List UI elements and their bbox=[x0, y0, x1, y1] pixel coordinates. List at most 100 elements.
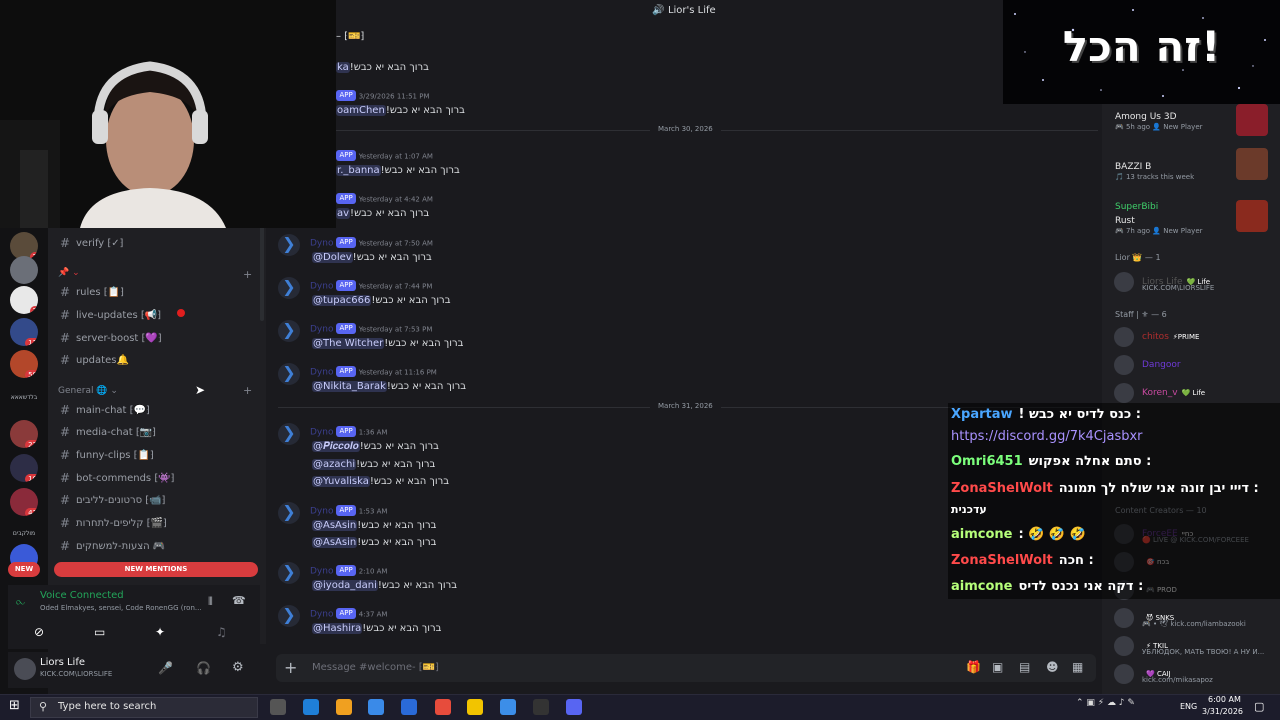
channel-item[interactable]: # server-boost ⁅💜⁆ bbox=[60, 328, 162, 348]
channel-item[interactable]: # media-chat ⁅📷⁆ bbox=[60, 422, 156, 442]
app-icon[interactable] bbox=[401, 699, 417, 715]
bot-name[interactable]: Dyno bbox=[310, 428, 333, 438]
bot-avatar-icon[interactable]: ❯ bbox=[278, 363, 300, 385]
server-label[interactable]: בלדשאאא bbox=[4, 394, 44, 401]
add-channel-icon[interactable]: + bbox=[243, 384, 252, 397]
sticker-icon[interactable]: ▤ bbox=[1019, 660, 1030, 674]
screen-share-icon[interactable]: ▭ bbox=[94, 625, 105, 639]
member-activity-1[interactable]: BAZZI B bbox=[1115, 162, 1151, 172]
category-general[interactable]: General 🌐 ⌄ bbox=[58, 386, 118, 396]
channel-item[interactable]: # verify ⁅✓⁆ bbox=[60, 233, 124, 253]
channel-item[interactable]: # rules ⁅📋⁆ bbox=[60, 282, 124, 302]
user-mention[interactable]: @AsAsin bbox=[312, 537, 358, 548]
vscode-icon[interactable] bbox=[500, 699, 516, 715]
bot-name[interactable]: Dyno bbox=[310, 567, 333, 577]
edge-icon[interactable] bbox=[303, 699, 319, 715]
app-icon[interactable] bbox=[368, 699, 384, 715]
discord-icon[interactable] bbox=[566, 699, 582, 715]
server-icon[interactable]: 16 bbox=[10, 454, 38, 482]
channel-item[interactable]: # funny-clips ⁅📋⁆ bbox=[60, 445, 154, 465]
bot-name[interactable]: Dyno bbox=[310, 325, 333, 335]
task-view-icon[interactable] bbox=[270, 699, 286, 715]
user-mention[interactable]: @The Witcher bbox=[312, 338, 385, 349]
user-mention[interactable]: @iyoda_dani bbox=[312, 580, 378, 591]
bot-name[interactable]: Dyno bbox=[310, 507, 333, 517]
notification-icon[interactable]: ▢ bbox=[1254, 700, 1264, 713]
server-icon[interactable] bbox=[10, 256, 38, 284]
user-mention[interactable]: @tupac666 bbox=[312, 295, 372, 306]
bot-name[interactable]: Dyno bbox=[310, 282, 333, 292]
channel-item[interactable]: # הצעות-למשחקים 🎮 bbox=[60, 536, 165, 556]
channel-item[interactable]: # קליפים-לתחרות ⁅🎬⁆ bbox=[60, 513, 167, 533]
channel-item[interactable]: # updates🔔 bbox=[60, 350, 129, 370]
member-activity-3[interactable]: Rust bbox=[1115, 216, 1135, 226]
user-mention[interactable]: r._banna bbox=[336, 165, 381, 176]
message-composer[interactable]: + Message #welcome- ⁅🎫⁆ 🎁 ▣ ▤ ☻ ▦ bbox=[276, 654, 1096, 682]
bot-avatar-icon[interactable]: ❯ bbox=[278, 562, 300, 584]
attach-plus-icon[interactable]: + bbox=[284, 658, 297, 677]
user-mention[interactable]: @azachi bbox=[312, 459, 357, 470]
channel-item[interactable]: # main-chat ⁅💬⁆ bbox=[60, 400, 150, 420]
bot-name[interactable]: Dyno bbox=[310, 368, 333, 378]
user-mention[interactable]: @Yuvaliska bbox=[312, 476, 370, 487]
new-badge[interactable]: NEW bbox=[8, 562, 40, 577]
server-icon[interactable]: 41 bbox=[10, 488, 38, 516]
username[interactable]: Liors Life bbox=[40, 657, 85, 668]
disconnect-icon[interactable]: ☎ bbox=[232, 594, 246, 607]
voice-status[interactable]: Voice Connected bbox=[40, 590, 124, 601]
soundboard-icon[interactable]: ♫ bbox=[216, 625, 227, 639]
new-mentions-button[interactable]: NEW MENTIONS bbox=[54, 562, 258, 577]
bot-name[interactable]: Dyno bbox=[310, 610, 333, 620]
gif-icon[interactable]: ▣ bbox=[992, 660, 1003, 674]
tray-icons[interactable]: ⌃ ▣ ⚡ ☁ ♪ ✎ bbox=[1076, 698, 1135, 708]
add-channel-icon[interactable]: + bbox=[243, 268, 252, 281]
server-icon[interactable]: 11 bbox=[10, 318, 38, 346]
deafen-icon[interactable]: 🎧 bbox=[196, 661, 211, 675]
member-activity-2[interactable]: SuperBibi bbox=[1115, 202, 1158, 212]
server-icon[interactable]: 2 bbox=[10, 286, 38, 314]
camera-off-icon[interactable]: ⊘ bbox=[34, 625, 44, 639]
staff-member[interactable]: Dangoor bbox=[1114, 355, 1181, 375]
store-icon[interactable] bbox=[336, 699, 352, 715]
bot-avatar-icon[interactable]: ❯ bbox=[278, 277, 300, 299]
obs-icon[interactable] bbox=[533, 699, 549, 715]
bot-avatar-icon[interactable]: ❯ bbox=[278, 605, 300, 627]
server-label[interactable]: מולקבים bbox=[4, 530, 44, 537]
user-mention[interactable]: oamChen bbox=[336, 105, 386, 116]
user-mention[interactable]: @Nikita_Barak bbox=[312, 381, 387, 392]
scrollbar[interactable] bbox=[260, 226, 264, 321]
bot-name[interactable]: Dyno bbox=[310, 239, 333, 249]
staff-member[interactable]: Koren_v 💚 Life bbox=[1114, 383, 1205, 403]
windows-start-icon[interactable]: ⊞ bbox=[9, 698, 20, 713]
activities-icon[interactable]: ✦ bbox=[155, 625, 165, 639]
user-mention[interactable]: @Dolev bbox=[312, 252, 353, 263]
staff-member[interactable]: chitos ⚡PRIME bbox=[1114, 327, 1199, 347]
user-mention[interactable]: ka bbox=[336, 62, 350, 73]
language-indicator[interactable]: ENG bbox=[1180, 702, 1197, 711]
apps-icon[interactable]: ▦ bbox=[1072, 660, 1083, 674]
avatar[interactable] bbox=[14, 658, 36, 680]
taskbar-search[interactable]: ⚲ Type here to search bbox=[30, 697, 258, 718]
user-mention[interactable]: av bbox=[336, 208, 351, 219]
user-mention[interactable]: @AsAsin bbox=[312, 520, 358, 531]
server-icon[interactable]: 50 bbox=[10, 350, 38, 378]
noise-suppression-icon[interactable]: ⦀ bbox=[208, 595, 213, 609]
mute-icon[interactable]: 🎤 bbox=[158, 661, 173, 675]
chrome-icon[interactable] bbox=[435, 699, 451, 715]
user-mention[interactable]: @Hashira bbox=[312, 623, 363, 634]
bot-avatar-icon[interactable]: ❯ bbox=[278, 423, 300, 445]
channel-item[interactable]: # סרטונים-לליבים ⁅📹⁆ bbox=[60, 490, 166, 510]
gift-icon[interactable]: 🎁 bbox=[966, 660, 981, 674]
clock-date[interactable]: 3/31/2026 bbox=[1202, 707, 1243, 716]
member-activity-0[interactable]: Among Us 3D bbox=[1115, 112, 1177, 122]
file-explorer-icon[interactable] bbox=[467, 699, 483, 715]
emoji-icon[interactable]: ☻ bbox=[1046, 660, 1059, 674]
bot-avatar-icon[interactable]: ❯ bbox=[278, 234, 300, 256]
bot-avatar-icon[interactable]: ❯ bbox=[278, 320, 300, 342]
category-pinned[interactable]: 📌 ⌄ bbox=[58, 268, 80, 278]
clock-time[interactable]: 6:00 AM bbox=[1208, 695, 1241, 704]
channel-item[interactable]: # live-updates ⁅📢⁆ bbox=[60, 305, 161, 325]
channel-item[interactable]: # bot-commends ⁅👾⁆ bbox=[60, 468, 175, 488]
user-mention[interactable]: @𝑷𝒊𝒄𝒄𝒐𝒍𝒐 bbox=[312, 441, 360, 452]
gear-icon[interactable]: ⚙ bbox=[232, 660, 244, 675]
